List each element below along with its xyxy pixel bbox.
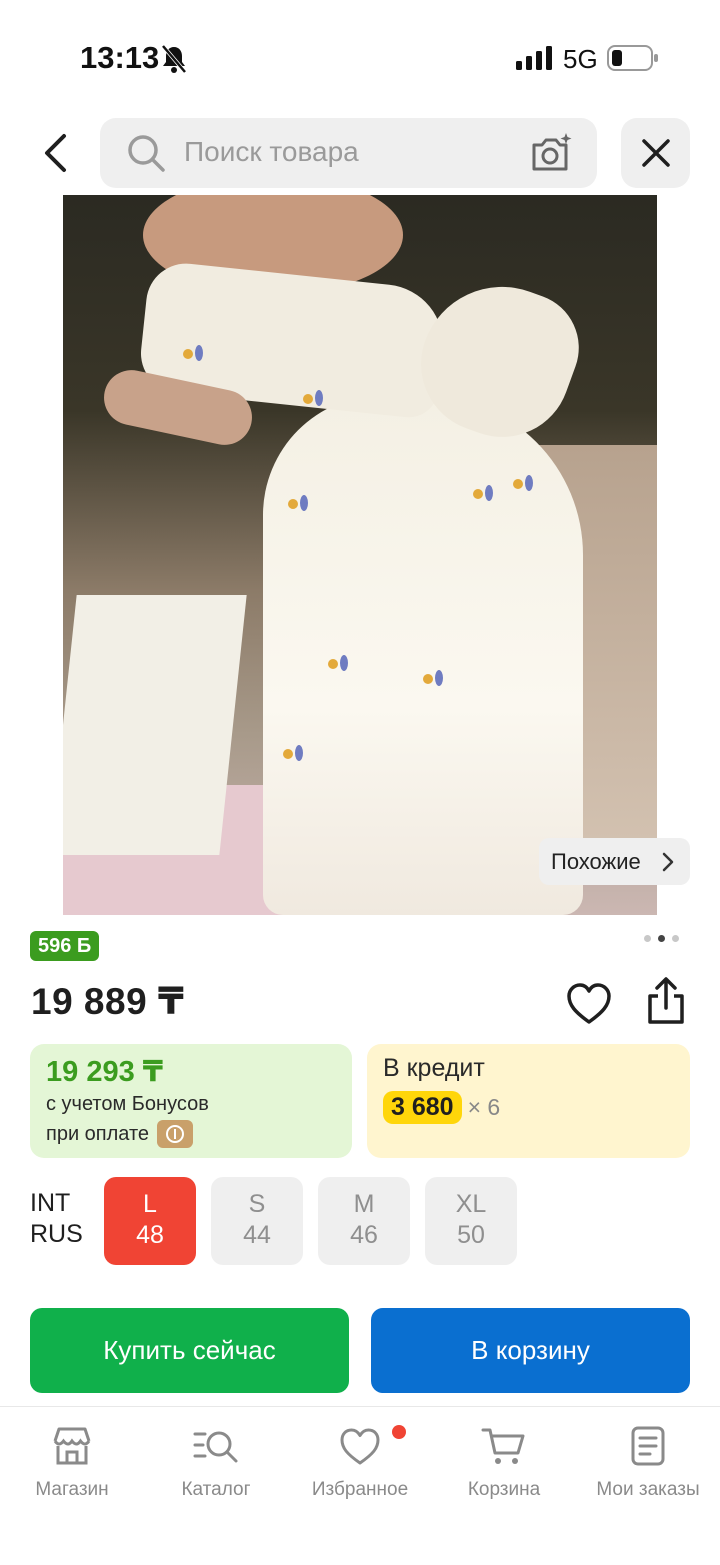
chevron-right-icon [662, 852, 674, 877]
search-header: Поиск товара [0, 118, 720, 188]
status-bar: 13:13 5G [0, 0, 720, 110]
size-legend-int: INT [30, 1189, 71, 1217]
search-input[interactable]: Поиск товара [100, 118, 597, 188]
share-button[interactable] [641, 976, 691, 1026]
nav-label-favorites: Избранное [311, 1479, 409, 1500]
gallery-dot [672, 935, 679, 942]
nav-item-favorites[interactable]: Избранное [288, 1425, 432, 1501]
size-option-xl[interactable]: XL 50 [425, 1177, 517, 1265]
close-button[interactable] [621, 118, 690, 188]
gallery-dot [644, 935, 651, 942]
similar-products-button[interactable]: Похожие [539, 838, 690, 885]
bottom-navigation: Магазин Каталог Избранное Корзина Мои за… [0, 1406, 720, 1565]
credit-multiplier: × 6 [467, 1094, 501, 1120]
similar-label: Похожие [551, 848, 641, 874]
camera-search-icon[interactable] [530, 133, 574, 178]
heart-icon [340, 1428, 380, 1465]
size-legend-rus: RUS [30, 1220, 83, 1248]
nav-item-cart[interactable]: Корзина [432, 1425, 576, 1501]
nav-item-catalog[interactable]: Каталог [144, 1425, 288, 1501]
nav-item-store[interactable]: Магазин [0, 1425, 144, 1501]
cart-icon [481, 1428, 525, 1464]
back-button[interactable] [30, 128, 80, 178]
status-time: 13:13 [80, 40, 160, 75]
favorite-button[interactable] [565, 980, 613, 1028]
bonus-points-badge: 596 Б [30, 931, 100, 961]
buy-now-button[interactable]: Купить сейчас [30, 1308, 349, 1393]
bonus-price-card[interactable]: 19 293 ₸ с учетом Бонусов при оплате [30, 1044, 352, 1158]
orders-icon [631, 1426, 665, 1466]
store-icon [53, 1427, 91, 1465]
payment-method-icon [157, 1120, 194, 1148]
close-icon [641, 139, 670, 167]
bonus-note: с учетом Бонусов [46, 1093, 209, 1115]
credit-card[interactable]: В кредит 3 680 × 6 [367, 1044, 690, 1158]
chevron-left-icon [45, 134, 66, 172]
size-option-s[interactable]: S 44 [211, 1177, 303, 1265]
nav-label-cart: Корзина [467, 1479, 541, 1500]
catalog-search-icon [193, 1431, 238, 1463]
battery-icon [607, 45, 659, 76]
search-icon [126, 133, 166, 178]
search-placeholder: Поиск товара [184, 136, 359, 167]
nav-label-store: Магазин [35, 1479, 109, 1500]
nav-label-catalog: Каталог [181, 1479, 251, 1500]
cellular-signal-icon [516, 46, 552, 75]
product-image[interactable] [63, 195, 657, 915]
size-legend: INT RUS [30, 1188, 83, 1250]
bonus-price: 19 293 ₸ [46, 1056, 163, 1088]
heart-icon [567, 983, 611, 1024]
network-type: 5G [563, 44, 598, 74]
nav-label-orders: Мои заказы [596, 1479, 700, 1500]
bonus-payment-note: при оплате [46, 1122, 150, 1145]
gallery-dots [644, 935, 679, 942]
nav-item-orders[interactable]: Мои заказы [576, 1425, 720, 1501]
credit-title: В кредит [383, 1054, 485, 1082]
gallery-dot-active [658, 935, 665, 942]
notification-badge [392, 1425, 406, 1439]
credit-monthly-amount: 3 680 [383, 1091, 462, 1124]
size-option-l[interactable]: L 48 [104, 1177, 196, 1265]
share-icon [648, 977, 684, 1024]
bell-muted-icon [160, 44, 188, 79]
product-price: 19 889 ₸ [31, 981, 185, 1022]
add-to-cart-button[interactable]: В корзину [371, 1308, 690, 1393]
size-option-m[interactable]: M 46 [318, 1177, 410, 1265]
